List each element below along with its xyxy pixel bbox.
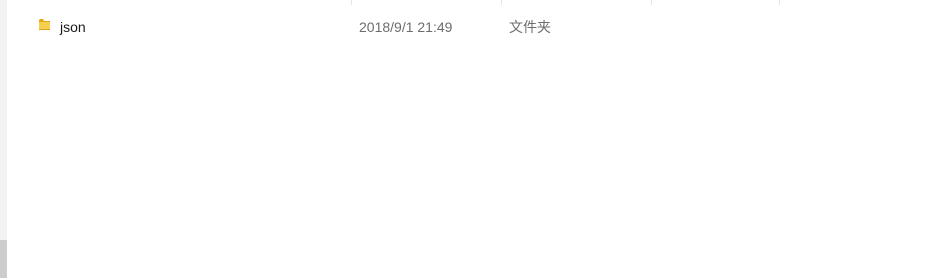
- scrollbar-thumb[interactable]: [0, 240, 7, 278]
- vertical-scrollbar[interactable]: [0, 0, 7, 278]
- column-separator[interactable]: [651, 0, 652, 5]
- file-name: json: [60, 19, 86, 35]
- column-separator[interactable]: [501, 0, 502, 5]
- file-list-view: json 2018/9/1 21:49 文件夹: [0, 0, 950, 278]
- list-item[interactable]: json 2018/9/1 21:49 文件夹: [7, 13, 950, 41]
- folder-icon: [38, 17, 52, 31]
- column-separator[interactable]: [351, 0, 352, 5]
- file-modified-date: 2018/9/1 21:49: [359, 19, 453, 35]
- file-type: 文件夹: [509, 19, 551, 35]
- column-separator[interactable]: [779, 0, 780, 5]
